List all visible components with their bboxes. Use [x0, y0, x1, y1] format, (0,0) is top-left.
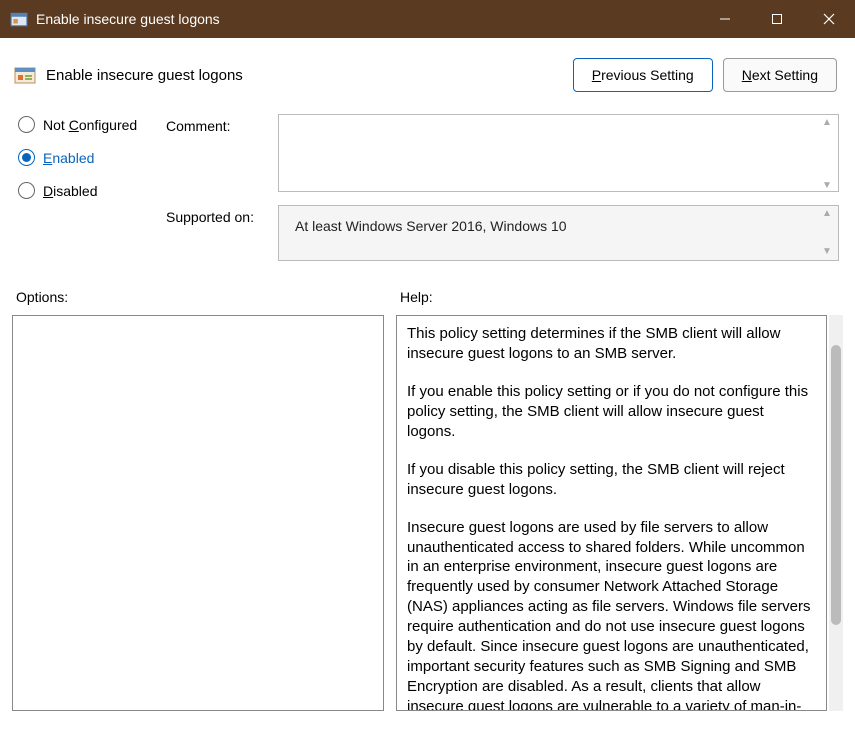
- state-radio-group: Not Configured Enabled Disabled: [18, 114, 166, 199]
- window-title: Enable insecure guest logons: [36, 11, 699, 27]
- help-paragraph: If you enable this policy setting or if …: [407, 382, 816, 442]
- help-paragraph: This policy setting determines if the SM…: [407, 324, 816, 364]
- comment-label: Comment:: [166, 114, 278, 195]
- policy-icon: [10, 10, 28, 28]
- page-title: Enable insecure guest logons: [46, 67, 573, 84]
- radio-not-configured[interactable]: Not Configured: [18, 116, 166, 133]
- supported-on-value: At least Windows Server 2016, Windows 10: [278, 205, 839, 261]
- close-button[interactable]: [803, 0, 855, 38]
- policy-setting-icon: [14, 64, 36, 86]
- maximize-button[interactable]: [751, 0, 803, 38]
- help-panel: This policy setting determines if the SM…: [396, 315, 827, 711]
- comment-input[interactable]: [278, 114, 839, 192]
- next-setting-button[interactable]: Next Setting: [723, 58, 837, 92]
- supported-scrollbar[interactable]: ▲ ▼: [817, 205, 837, 261]
- supported-on-label: Supported on:: [166, 205, 278, 261]
- help-paragraph: If you disable this policy setting, the …: [407, 460, 816, 500]
- titlebar: Enable insecure guest logons: [0, 0, 855, 38]
- scrollbar-thumb[interactable]: [831, 345, 841, 625]
- options-label: Options:: [16, 289, 400, 305]
- radio-disabled[interactable]: Disabled: [18, 182, 166, 199]
- dialog-content: Enable insecure guest logons Previous Se…: [0, 38, 855, 751]
- previous-setting-button[interactable]: Previous Setting: [573, 58, 713, 92]
- help-label: Help:: [400, 289, 433, 305]
- minimize-button[interactable]: [699, 0, 751, 38]
- comment-scrollbar[interactable]: ▲ ▼: [817, 114, 837, 195]
- options-panel: [12, 315, 384, 711]
- radio-enabled[interactable]: Enabled: [18, 149, 166, 166]
- help-paragraph: Insecure guest logons are used by file s…: [407, 518, 816, 711]
- help-scrollbar[interactable]: [829, 315, 843, 711]
